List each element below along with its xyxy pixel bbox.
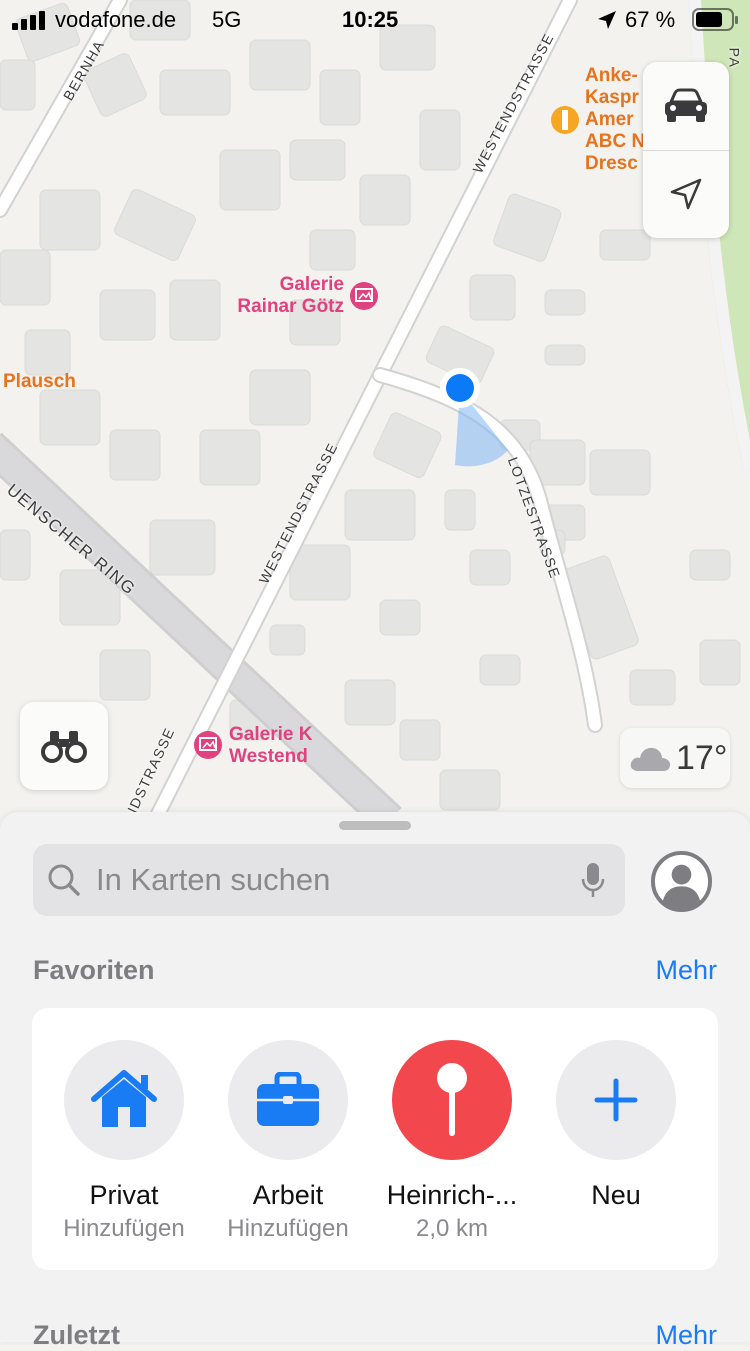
favorite-pinned-location[interactable]: Heinrich-... 2,0 km — [367, 1040, 537, 1243]
gallery-marker-icon[interactable] — [194, 731, 222, 759]
home-icon — [91, 1070, 157, 1127]
clock: 10:25 — [342, 7, 399, 32]
location-arrow-icon — [670, 178, 702, 210]
cloud-icon — [630, 747, 671, 771]
favorite-title: Privat — [89, 1180, 159, 1210]
recents-more-link[interactable]: Mehr — [655, 1320, 717, 1351]
location-services-icon — [598, 11, 616, 29]
search-placeholder: In Karten suchen — [96, 862, 331, 897]
map-view[interactable]: WESTENDSTRASSE WESTENDSTRASSE LOTZESTRAS… — [0, 0, 750, 820]
transport-mode-button[interactable] — [643, 62, 729, 150]
binoculars-icon — [41, 731, 87, 763]
carrier-name: vodafone.de — [55, 7, 177, 32]
favorite-home-circle[interactable] — [64, 1040, 184, 1160]
favorite-work[interactable]: Arbeit Hinzufügen — [203, 1040, 373, 1243]
favorite-subtitle: 2,0 km — [415, 1215, 489, 1242]
temperature: 17° — [676, 738, 728, 777]
battery-percentage: 67 % — [625, 7, 676, 32]
favorites-title: Favoriten — [33, 955, 155, 985]
signal-bars-icon — [12, 11, 45, 30]
sheet-grabber[interactable] — [339, 821, 411, 830]
school-marker-icon[interactable] — [551, 106, 579, 134]
search-icon — [48, 864, 80, 896]
pin-icon — [437, 1063, 467, 1136]
poi-label-plausch[interactable]: Plausch — [3, 371, 76, 393]
current-location-button[interactable] — [643, 150, 729, 238]
favorite-add-new[interactable]: Neu — [531, 1040, 701, 1215]
car-icon — [665, 88, 707, 122]
profile-avatar-icon[interactable] — [650, 850, 713, 913]
favorite-pin-circle[interactable] — [392, 1040, 512, 1160]
search-field[interactable]: In Karten suchen — [33, 844, 625, 916]
favorite-work-circle[interactable] — [228, 1040, 348, 1160]
favorites-card: Privat Hinzufügen Arbeit Hinzufügen Hein… — [32, 1008, 718, 1270]
briefcase-icon — [257, 1072, 319, 1126]
weather-widget[interactable]: 17° — [620, 728, 730, 788]
favorite-title: Neu — [591, 1180, 641, 1210]
poi-label-galerie-rainar-goetz[interactable]: Galerie Rainar Götz — [220, 274, 344, 318]
favorite-home[interactable]: Privat Hinzufügen — [39, 1040, 209, 1243]
look-around-button[interactable] — [20, 702, 108, 790]
favorite-add-circle[interactable] — [556, 1040, 676, 1160]
battery-icon — [692, 8, 738, 31]
favorites-more-link[interactable]: Mehr — [655, 955, 717, 986]
plus-icon — [594, 1078, 638, 1122]
poi-label-school[interactable]: Anke- Kaspr Amer ABC N Dresc — [585, 65, 645, 175]
street-label: PA — [726, 47, 743, 69]
network-type: 5G — [212, 7, 242, 32]
status-bar: vodafone.de 5G 10:25 67 % — [0, 0, 750, 40]
bottom-sheet[interactable]: In Karten suchen Favoriten Mehr Privat H… — [0, 812, 750, 1350]
poi-label-galerie-k-westend[interactable]: Galerie K Westend — [229, 724, 312, 768]
favorite-subtitle: Hinzufügen — [227, 1215, 349, 1242]
favorite-title: Heinrich-... — [386, 1180, 518, 1210]
microphone-icon[interactable] — [580, 861, 606, 899]
favorite-subtitle: Hinzufügen — [63, 1215, 185, 1242]
gallery-marker-icon[interactable] — [350, 282, 378, 310]
recents-title: Zuletzt — [33, 1320, 120, 1350]
favorite-title: Arbeit — [252, 1180, 324, 1210]
map-controls — [643, 62, 729, 238]
